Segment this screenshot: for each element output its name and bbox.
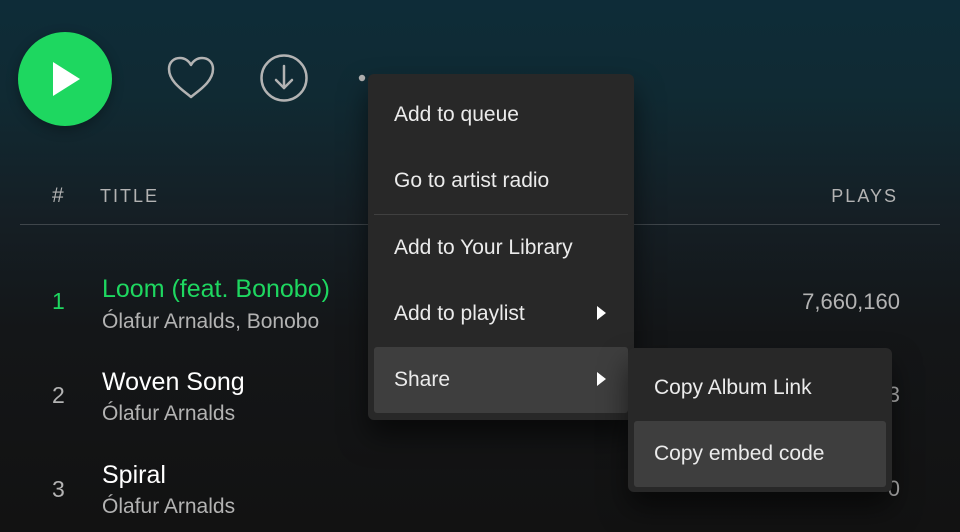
menu-item-label: Add to Your Library xyxy=(394,236,573,259)
menu-item-go-to-artist-radio[interactable]: Go to artist radio xyxy=(374,148,628,214)
play-icon xyxy=(53,62,80,96)
submenu-arrow-icon xyxy=(597,372,606,386)
menu-item-label: Copy Album Link xyxy=(654,376,812,399)
download-icon xyxy=(260,54,308,102)
track-number: 3 xyxy=(52,476,65,502)
menu-item-copy-album-link[interactable]: Copy Album Link xyxy=(634,355,886,421)
menu-item-label: Add to queue xyxy=(394,103,519,126)
menu-item-label: Add to playlist xyxy=(394,302,525,325)
track-number: 2 xyxy=(52,382,65,408)
track-title[interactable]: Woven Song xyxy=(102,368,245,397)
play-button[interactable] xyxy=(18,32,112,126)
like-button[interactable] xyxy=(164,52,218,104)
column-title-header[interactable]: TITLE xyxy=(100,186,159,207)
menu-item-add-to-library[interactable]: Add to Your Library xyxy=(374,215,628,281)
download-button[interactable] xyxy=(258,52,310,104)
track-plays: 7,660,160 xyxy=(802,289,900,314)
menu-item-share[interactable]: Share xyxy=(374,347,628,413)
menu-item-add-to-playlist[interactable]: Add to playlist xyxy=(374,281,628,347)
menu-item-add-to-queue[interactable]: Add to queue xyxy=(374,82,628,148)
track-artist[interactable]: Ólafur Arnalds xyxy=(102,402,235,426)
menu-item-label: Share xyxy=(394,368,451,391)
track-title[interactable]: Spiral xyxy=(102,461,166,490)
column-index-header: # xyxy=(52,184,64,207)
menu-item-label: Copy embed code xyxy=(654,442,825,465)
column-plays-header[interactable]: PLAYS xyxy=(831,186,898,207)
track-title[interactable]: Loom (feat. Bonobo) xyxy=(102,275,330,304)
heart-icon xyxy=(167,56,215,99)
menu-item-label: Go to artist radio xyxy=(394,169,550,192)
context-menu: Add to queue Go to artist radio Add to Y… xyxy=(368,74,634,420)
track-artist[interactable]: Ólafur Arnalds xyxy=(102,495,235,519)
track-number: 1 xyxy=(52,288,65,314)
submenu-arrow-icon xyxy=(597,306,606,320)
menu-item-copy-embed-code[interactable]: Copy embed code xyxy=(634,421,886,487)
track-artist[interactable]: Ólafur Arnalds, Bonobo xyxy=(102,310,319,334)
share-submenu: Copy Album Link Copy embed code xyxy=(628,348,892,492)
